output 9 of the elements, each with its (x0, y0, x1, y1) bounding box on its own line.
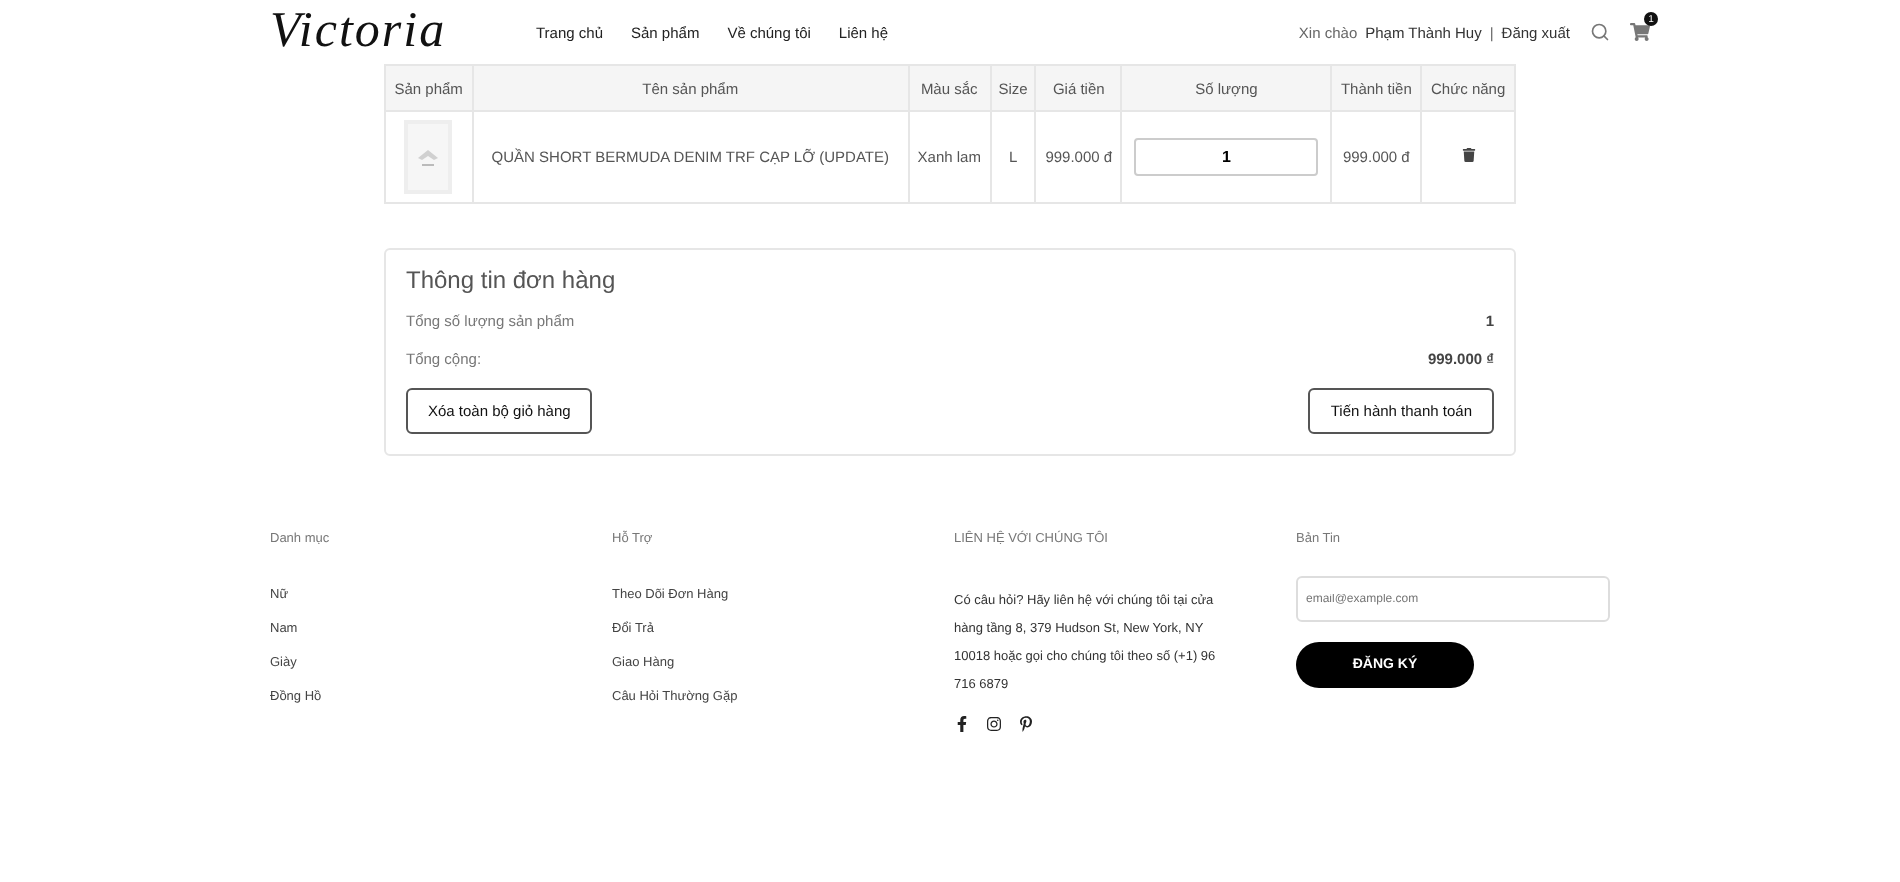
facebook-icon[interactable] (954, 716, 970, 732)
pinterest-icon[interactable] (1018, 716, 1034, 732)
instagram-icon[interactable] (986, 716, 1002, 732)
trash-icon[interactable] (1461, 148, 1476, 162)
search-icon[interactable] (1590, 22, 1610, 42)
cart-icon[interactable] (1630, 22, 1650, 42)
card-title: Thông tin đơn hàng (406, 266, 618, 294)
quantity-field[interactable]: 1 (1134, 138, 1319, 176)
logo[interactable]: Victoria (270, 4, 536, 60)
